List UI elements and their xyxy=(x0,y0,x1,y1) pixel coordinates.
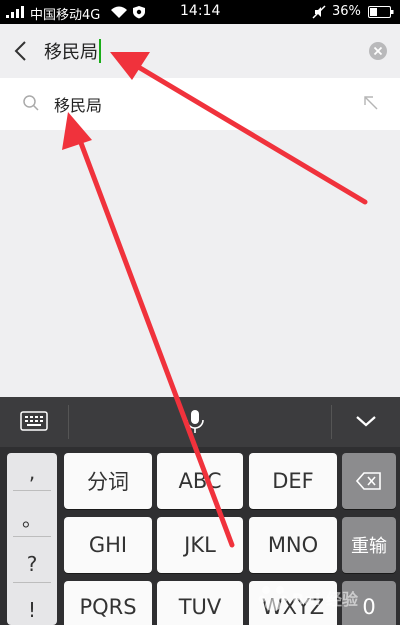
keyboard-icon[interactable] xyxy=(20,411,48,431)
suggestion-text: 移民局 xyxy=(54,96,103,115)
search-icon xyxy=(23,95,39,111)
key-ghi[interactable]: GHI xyxy=(64,517,152,573)
battery-percent: 36% xyxy=(332,4,361,19)
clock: 14:14 xyxy=(180,3,221,19)
punctuation-column[interactable]: , 。 ? ! xyxy=(7,453,57,625)
punctuation-key[interactable]: ? xyxy=(13,545,51,583)
text-caret xyxy=(99,39,101,63)
backspace-key[interactable] xyxy=(342,453,396,509)
carrier-label: 中国移动4G xyxy=(30,8,101,23)
key-def[interactable]: DEF xyxy=(249,453,337,509)
shield-icon xyxy=(133,6,145,19)
battery-icon xyxy=(368,6,394,18)
key-mno[interactable]: MNO xyxy=(249,517,337,573)
signal-icon xyxy=(6,6,24,18)
wifi-icon xyxy=(111,6,127,18)
key-jkl[interactable]: JKL xyxy=(157,517,243,573)
key-fenci[interactable]: 分词 xyxy=(64,453,152,509)
key-abc[interactable]: ABC xyxy=(157,453,243,509)
back-arrow-icon[interactable] xyxy=(10,37,32,65)
reenter-key[interactable]: 重输 xyxy=(342,517,396,573)
key-tuv[interactable]: TUV xyxy=(157,581,243,625)
punctuation-key[interactable]: , xyxy=(13,453,51,491)
keyboard-toolbar xyxy=(0,397,400,447)
toolbar-divider xyxy=(68,405,69,439)
status-bar: 中国移动4G 14:14 36% xyxy=(0,0,400,24)
mute-icon xyxy=(312,5,326,19)
clear-icon[interactable] xyxy=(368,41,388,61)
toolbar-divider xyxy=(331,405,332,439)
paw-logo-icon xyxy=(258,586,288,611)
search-input[interactable]: 移民局 xyxy=(44,37,101,65)
microphone-icon[interactable] xyxy=(184,408,206,436)
chevron-down-icon[interactable] xyxy=(354,413,378,429)
suggestion-item[interactable]: 移民局 xyxy=(0,78,400,130)
backspace-icon xyxy=(356,472,381,490)
punctuation-key[interactable]: ! xyxy=(13,591,51,625)
search-query[interactable]: 移民局 xyxy=(44,38,98,64)
watermark-text: Bai 经验 xyxy=(292,590,359,609)
watermark: Bai 经验 xyxy=(256,580,396,616)
fill-query-arrow-icon[interactable] xyxy=(362,94,380,112)
key-pqrs[interactable]: PQRS xyxy=(64,581,152,625)
search-bar: 移民局 xyxy=(0,24,400,78)
punctuation-key[interactable]: 。 xyxy=(13,499,51,537)
